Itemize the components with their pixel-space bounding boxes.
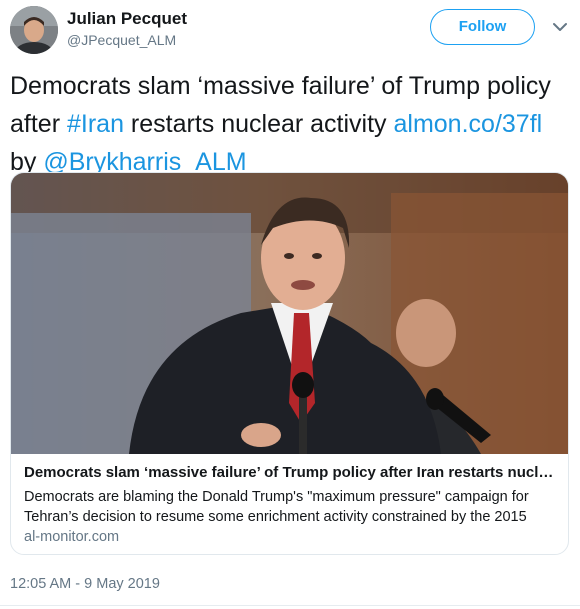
follow-button[interactable]: Follow [430,9,535,45]
timestamp[interactable]: 12:05 AM - 9 May 2019 [10,576,160,592]
card-domain: al-monitor.com [24,529,120,545]
card-image [11,173,568,454]
chevron-down-icon[interactable] [553,22,567,32]
divider [0,605,580,606]
hashtag-link[interactable]: #Iran [67,110,124,138]
card-title[interactable]: Democrats slam ‘massive failure’ of Trum… [24,464,559,481]
author-handle[interactable]: @JPecquet_ALM [67,32,176,48]
url-link[interactable]: almon.co/37fl [394,110,543,138]
avatar[interactable] [10,6,58,54]
card-description: Democrats are blaming the Donald Trump's… [24,489,529,525]
author-name[interactable]: Julian Pecquet [67,9,187,29]
tweet-text: Democrats slam ‘massive failure’ of Trum… [10,67,570,181]
avatar-photo [10,6,58,54]
tweet-text-part: restarts nuclear activity [123,110,394,138]
tweet: Julian Pecquet @JPecquet_ALM Follow Demo… [0,0,580,609]
link-card[interactable]: Democrats slam ‘massive failure’ of Trum… [10,172,569,555]
